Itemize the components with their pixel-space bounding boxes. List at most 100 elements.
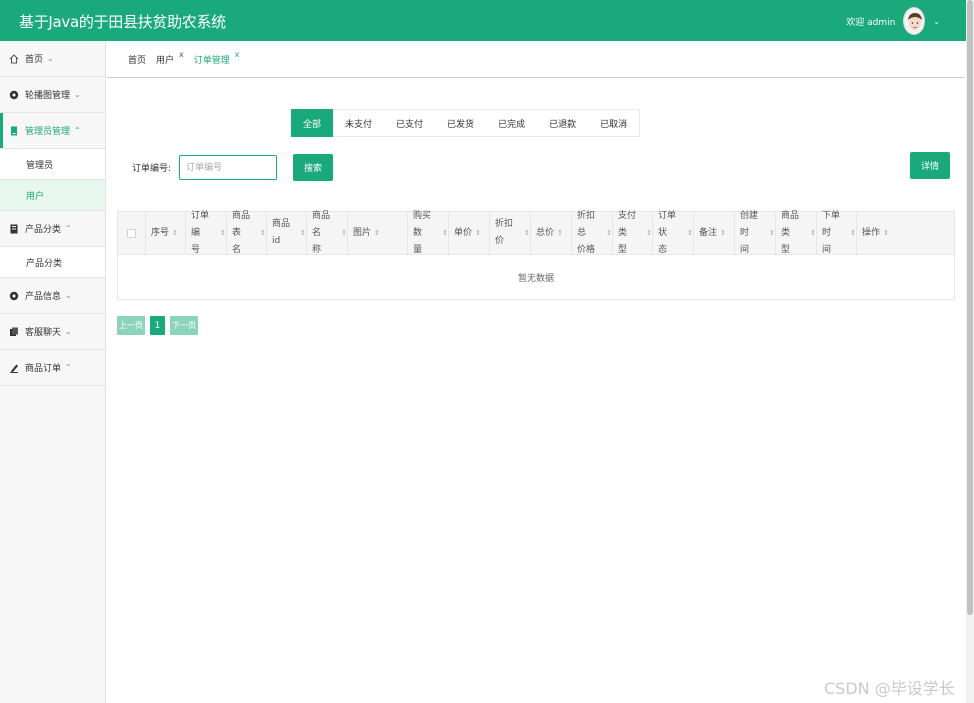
- sort-icon[interactable]: ⇕: [850, 225, 856, 242]
- column-header[interactable]: 总价 ⇕: [531, 212, 572, 254]
- column-header[interactable]: 购买数 量 ⇕: [408, 211, 449, 255]
- column-header[interactable]: 支付类 型 ⇕: [613, 211, 653, 255]
- column-header[interactable]: 操作 ⇕: [857, 212, 938, 254]
- sort-icon[interactable]: ⇕: [646, 225, 652, 242]
- sort-icon[interactable]: ⇕: [260, 225, 266, 242]
- close-icon[interactable]: x: [235, 50, 240, 59]
- sidebar-item-label: 客服聊天: [25, 328, 62, 338]
- tab-label: 订单管理: [193, 55, 230, 66]
- user-menu[interactable]: 欢迎 admin ⌄: [846, 6, 940, 36]
- column-header[interactable]: 商品类 型 ⇕: [776, 211, 817, 255]
- column-header[interactable]: 创建时 间 ⇕: [735, 211, 776, 255]
- sort-icon[interactable]: ⇕: [720, 225, 726, 242]
- status-tab-completed[interactable]: 已完成: [486, 110, 537, 136]
- chevron-up-icon: ⌃: [65, 224, 72, 233]
- admin-icon: [9, 126, 19, 136]
- chevron-down-icon[interactable]: ⌄: [933, 17, 940, 26]
- tab-order-management[interactable]: 订单管理 x: [193, 50, 240, 66]
- sidebar-subitem-user[interactable]: 用户: [0, 180, 105, 211]
- column-header[interactable]: 商品表 名 ⇕: [227, 211, 267, 255]
- column-header-label: 单价: [454, 227, 473, 238]
- chevron-up-icon: ⌃: [65, 363, 72, 372]
- home-icon: [9, 53, 19, 64]
- status-tab-cancelled[interactable]: 已取消: [588, 110, 639, 136]
- scrollbar-thumb[interactable]: [967, 0, 973, 615]
- sort-icon[interactable]: ⇕: [442, 225, 448, 242]
- sort-icon[interactable]: ⇕: [769, 225, 775, 242]
- status-tab-refunded[interactable]: 已退款: [537, 110, 588, 136]
- column-header[interactable]: 序号 ⇕: [146, 212, 186, 254]
- sort-icon[interactable]: ⇕: [300, 225, 306, 242]
- sidebar-item-product-category[interactable]: 产品分类 ⌃: [0, 211, 105, 247]
- sort-icon[interactable]: ⇕: [557, 225, 563, 242]
- column-header[interactable]: 单价 ⇕: [449, 212, 490, 254]
- status-tab-all[interactable]: 全部: [291, 109, 334, 137]
- column-header-label: 序号: [151, 227, 170, 238]
- sidebar-item-label: 产品信息: [25, 292, 62, 302]
- chevron-down-icon: ⌄: [65, 291, 72, 300]
- column-header[interactable]: 商品id ⇕: [267, 212, 307, 254]
- sidebar-item-label: 首页: [25, 55, 44, 65]
- page-number-button[interactable]: 1: [150, 316, 165, 335]
- sort-icon[interactable]: ⇕: [220, 225, 226, 242]
- status-tab-shipped[interactable]: 已发货: [435, 110, 486, 136]
- column-header[interactable]: 商品名 称 ⇕: [307, 211, 348, 255]
- column-header-label: 备注: [699, 227, 718, 238]
- tab-home[interactable]: 首页: [128, 53, 146, 66]
- column-header[interactable]: 下单时 间 ⇕: [817, 211, 857, 255]
- column-header-label: 图片: [353, 227, 372, 238]
- welcome-text: 欢迎 admin: [846, 17, 896, 28]
- chevron-down-icon: ⌄: [65, 327, 72, 336]
- close-icon[interactable]: x: [179, 50, 184, 59]
- search-label: 订单编号:: [132, 164, 172, 174]
- detail-button[interactable]: 详情: [910, 152, 950, 179]
- page-scrollbar[interactable]: [966, 0, 974, 703]
- column-header[interactable]: 折扣价 ⇕: [490, 212, 531, 254]
- product-icon: [9, 291, 19, 301]
- column-header[interactable]: 图片 ⇕: [348, 212, 408, 254]
- sort-icon[interactable]: ⇕: [475, 225, 481, 242]
- tab-user[interactable]: 用户 x: [156, 50, 184, 66]
- order-icon: [9, 363, 19, 373]
- chevron-down-icon: ⌄: [74, 90, 81, 99]
- sidebar-item-customer-chat[interactable]: 客服聊天 ⌄: [0, 314, 105, 350]
- sidebar-item-carousel[interactable]: 轮播图管理 ⌄: [0, 77, 105, 113]
- sidebar-item-product-info[interactable]: 产品信息 ⌄: [0, 278, 105, 314]
- orders-table: 序号 ⇕ 订单编 号 ⇕ 商品表 名 ⇕ 商品id ⇕ 商品名 称 ⇕ 图片 ⇕ 购买数 量 ⇕ 单价 ⇕ 折扣…: [117, 211, 955, 300]
- column-header[interactable]: 折扣总 价格 ⇕: [572, 211, 613, 255]
- sort-icon[interactable]: ⇕: [606, 225, 612, 242]
- column-header-label: 商品类 型: [781, 210, 800, 255]
- select-all-cell: [118, 212, 146, 254]
- status-tab-unpaid[interactable]: 未支付: [333, 110, 384, 136]
- search-button[interactable]: 搜索: [293, 154, 334, 181]
- sidebar-item-label: 产品分类: [25, 225, 62, 235]
- column-header[interactable]: 订单编 号 ⇕: [186, 211, 227, 255]
- column-header-label: 操作: [862, 227, 881, 238]
- chevron-down-icon: ⌄: [47, 54, 54, 63]
- avatar-face-icon: [908, 13, 923, 30]
- sort-icon[interactable]: ⇕: [172, 225, 178, 242]
- sort-icon[interactable]: ⇕: [374, 225, 380, 242]
- sort-icon[interactable]: ⇕: [524, 225, 530, 242]
- column-header-label: 商品表 名: [232, 210, 251, 255]
- chevron-up-icon: ⌃: [74, 126, 81, 135]
- next-page-button[interactable]: 下一页: [170, 316, 198, 335]
- sort-icon[interactable]: ⇕: [341, 225, 347, 242]
- sidebar-item-home[interactable]: 首页 ⌄: [0, 41, 105, 77]
- status-tab-paid[interactable]: 已支付: [384, 110, 435, 136]
- sidebar-subitem-admin[interactable]: 管理员: [0, 149, 105, 180]
- prev-page-button[interactable]: 上一页: [117, 316, 145, 335]
- sidebar-item-admin-management[interactable]: 管理员管理 ⌃: [0, 113, 105, 149]
- column-header-label: 下单时 间: [822, 210, 841, 255]
- sort-icon[interactable]: ⇕: [810, 225, 816, 242]
- sort-icon[interactable]: ⇕: [883, 225, 889, 242]
- order-number-input[interactable]: [179, 155, 278, 180]
- breadcrumb: 首页 用户 x 订单管理 x: [107, 41, 965, 78]
- sidebar-item-product-orders[interactable]: 商品订单 ⌃: [0, 350, 105, 386]
- column-header[interactable]: 订单状 态 ⇕: [653, 211, 694, 255]
- avatar[interactable]: [903, 7, 926, 35]
- select-all-checkbox[interactable]: [127, 228, 136, 238]
- sort-icon[interactable]: ⇕: [687, 225, 693, 242]
- column-header[interactable]: 备注 ⇕: [694, 212, 735, 254]
- sidebar-subitem-product-category[interactable]: 产品分类: [0, 247, 105, 278]
